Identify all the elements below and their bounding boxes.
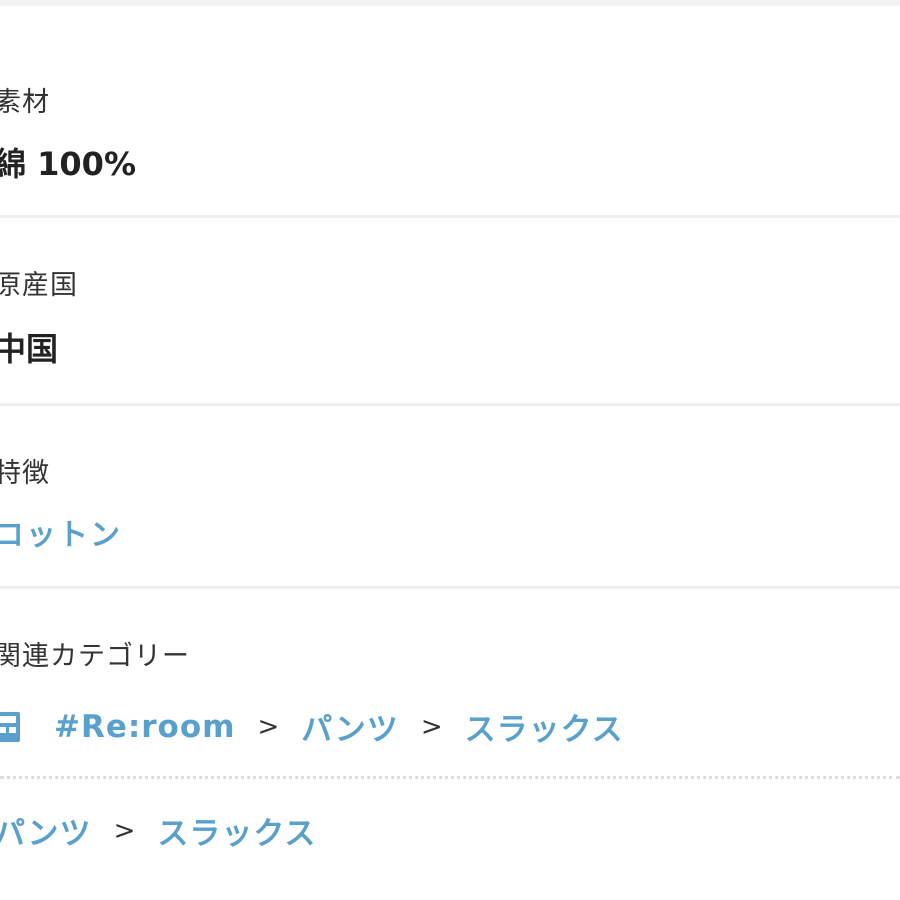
shop-category-breadcrumb: #Re:room > パンツ > スラックス [0, 704, 624, 749]
related-categories-label: 関連カテゴリー [0, 641, 190, 672]
category-link-slacks[interactable]: スラックス [157, 808, 316, 853]
shop-link-reroom[interactable]: #Re:room [54, 709, 235, 745]
origin-section: 原産国 中国 [0, 218, 900, 403]
breadcrumb-separator: > [113, 815, 136, 846]
category-link-pants[interactable]: パンツ [0, 808, 92, 853]
shop-category-link-slacks[interactable]: スラックス [465, 704, 624, 749]
breadcrumb-separator: > [420, 711, 443, 742]
general-category-breadcrumb: パンツ > スラックス [0, 808, 316, 853]
features-section: 特徴 コットン [0, 406, 900, 586]
material-value: 綿 100% [0, 145, 137, 183]
related-categories-section: 関連カテゴリー #Re:room > パンツ > スラックス パンツ > スラッ… [0, 589, 900, 900]
origin-label: 原産国 [0, 270, 78, 301]
breadcrumb-separator: > [257, 711, 280, 742]
material-label: 素材 [0, 87, 50, 118]
shop-category-link-pants[interactable]: パンツ [301, 704, 399, 749]
features-label: 特徴 [0, 458, 50, 489]
dotted-divider [0, 776, 900, 779]
store-icon [0, 709, 22, 745]
origin-value: 中国 [0, 330, 59, 368]
feature-link-cotton[interactable]: コットン [0, 510, 122, 554]
material-section: 素材 綿 100% [0, 0, 900, 216]
